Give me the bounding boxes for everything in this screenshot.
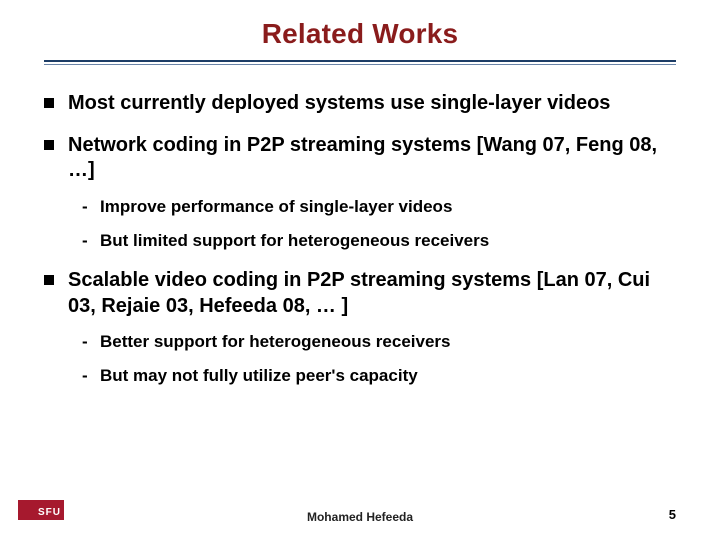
bullet-text: Scalable video coding in P2P streaming s… — [68, 269, 650, 317]
sub-item: But limited support for heterogeneous re… — [82, 230, 676, 252]
bullet-item: Network coding in P2P streaming systems … — [44, 133, 676, 252]
footer: SFU Mohamed Hefeeda 5 — [0, 500, 720, 524]
bullet-text: Network coding in P2P streaming systems … — [68, 134, 657, 182]
title-rule-top — [44, 60, 676, 62]
bullet-list: Most currently deployed systems use sing… — [44, 91, 676, 387]
title-rule-bottom — [44, 64, 676, 65]
sub-item: Improve performance of single-layer vide… — [82, 196, 676, 218]
sub-item: Better support for heterogeneous receive… — [82, 331, 676, 353]
bullet-item: Most currently deployed systems use sing… — [44, 91, 676, 117]
bullet-text: Most currently deployed systems use sing… — [68, 92, 610, 114]
page-number: 5 — [669, 507, 676, 522]
slide: Related Works Most currently deployed sy… — [0, 0, 720, 540]
sub-item: But may not fully utilize peer's capacit… — [82, 365, 676, 387]
sub-list: Improve performance of single-layer vide… — [68, 196, 676, 252]
sub-list: Better support for heterogeneous receive… — [68, 331, 676, 387]
slide-title: Related Works — [44, 18, 676, 50]
author-name: Mohamed Hefeeda — [0, 510, 720, 524]
bullet-item: Scalable video coding in P2P streaming s… — [44, 268, 676, 387]
